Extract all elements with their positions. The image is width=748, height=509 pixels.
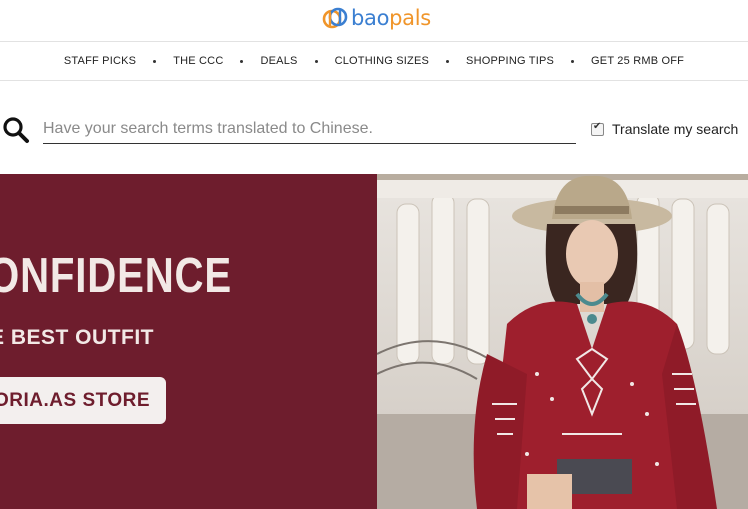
banner-subtitle: E BEST OUTFIT — [0, 326, 154, 349]
logo-wordmark: baopals — [351, 6, 431, 30]
nav-clothing-sizes[interactable]: CLOTHING SIZES — [335, 55, 429, 67]
translate-label: Translate my search — [612, 121, 739, 137]
nav-deals[interactable]: DEALS — [260, 55, 297, 67]
search-icon[interactable] — [2, 116, 30, 144]
nav-separator — [314, 59, 318, 63]
banner-text-panel: ONFIDENCE E BEST OUTFIT ORIA.AS STORE — [0, 174, 377, 509]
translate-checkbox[interactable] — [591, 121, 604, 136]
banner-store-button[interactable]: ORIA.AS STORE — [0, 377, 166, 424]
nav-separator — [153, 59, 157, 63]
site-header: baopals — [0, 0, 748, 42]
banner-model-photo — [377, 174, 748, 509]
nav-shopping-tips[interactable]: SHOPPING TIPS — [466, 55, 554, 67]
nav-get-25-rmb-off[interactable]: GET 25 RMB OFF — [591, 55, 684, 67]
banner-headline: ONFIDENCE — [0, 249, 233, 303]
baopals-logo[interactable]: baopals — [321, 3, 431, 33]
nav-separator — [446, 59, 450, 63]
search-bar: Translate my search — [0, 110, 748, 150]
translate-toggle[interactable]: Translate my search — [591, 121, 738, 137]
search-input[interactable] — [43, 114, 576, 144]
nav-separator — [571, 59, 575, 63]
main-nav: STAFF PICKS THE CCC DEALS CLOTHING SIZES… — [0, 42, 748, 81]
nav-the-ccc[interactable]: THE CCC — [173, 55, 223, 67]
hero-banner[interactable]: ONFIDENCE E BEST OUTFIT ORIA.AS STORE — [0, 174, 748, 509]
baopals-logo-icon — [322, 7, 348, 29]
nav-separator — [240, 59, 244, 63]
nav-staff-picks[interactable]: STAFF PICKS — [64, 55, 136, 67]
